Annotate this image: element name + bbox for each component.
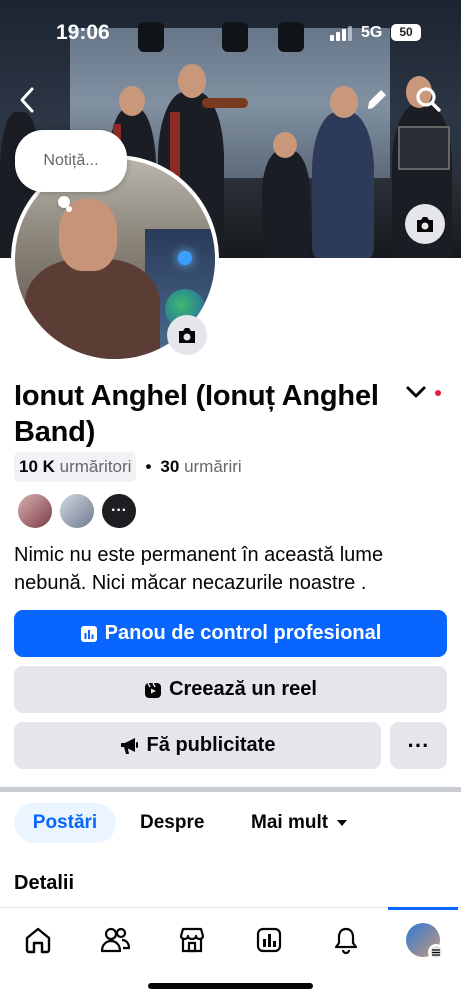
note-tail: [66, 206, 72, 212]
friend-avatars: ···: [16, 492, 142, 530]
notification-dot: [435, 390, 441, 396]
details-heading: Detalii: [14, 872, 75, 894]
network-type: 5G: [361, 24, 383, 41]
caret-down-icon: [337, 820, 348, 826]
more-options-button[interactable]: ···: [390, 722, 447, 769]
band-member: [312, 112, 374, 258]
nav-friends[interactable]: [95, 922, 135, 958]
followers-link[interactable]: 10 K urmăritori: [14, 452, 137, 482]
cover-camera-button[interactable]: [405, 204, 445, 244]
camera-icon: [179, 327, 195, 343]
nav-profile[interactable]: [403, 922, 444, 960]
friends-icon: [100, 927, 131, 953]
stats-separator: •: [145, 457, 152, 476]
band-member-head: [178, 64, 206, 98]
search-icon: [416, 87, 441, 112]
signal-icon: [330, 26, 352, 41]
chevron-left-icon: [20, 87, 34, 113]
band-member-head: [330, 86, 358, 118]
followers-count: 10 K: [19, 457, 55, 476]
dashboard-icon: [80, 625, 98, 643]
camera-icon: [417, 216, 433, 232]
accordion: [398, 126, 450, 170]
note-placeholder: Notiță...: [43, 152, 99, 169]
marketplace-icon: [179, 927, 205, 953]
chevron-down-icon: [406, 386, 426, 398]
band-member: [262, 150, 310, 258]
following-label: urmăriri: [184, 457, 242, 476]
active-tab-indicator: [388, 907, 458, 910]
professional-dashboard-label: Panou de control profesional: [104, 622, 382, 644]
create-reel-button[interactable]: Creează un reel: [14, 666, 447, 713]
menu-icon: [428, 944, 444, 960]
more-options-icon: ···: [407, 732, 430, 758]
avatar-body: [25, 259, 160, 359]
more-friends-icon: ···: [111, 502, 127, 519]
section-divider: [0, 787, 461, 792]
avatar-light: [178, 251, 192, 265]
dashboard-icon: [256, 927, 282, 953]
advertise-button[interactable]: Fă publicitate: [14, 722, 381, 769]
more-friends-button[interactable]: ···: [100, 492, 138, 530]
bell-icon: [334, 927, 358, 955]
home-icon: [25, 927, 51, 954]
tab-posts-label: Postări: [32, 812, 98, 833]
tab-about[interactable]: Despre: [140, 803, 204, 843]
battery-icon: 50: [391, 24, 421, 41]
nav-marketplace[interactable]: [172, 922, 212, 958]
profile-stats: 10 K urmăritori • 30 urmăriri: [14, 452, 242, 482]
create-reel-label: Creează un reel: [169, 678, 317, 700]
note-bubble[interactable]: Notiță...: [15, 130, 127, 192]
violin: [202, 98, 248, 108]
home-indicator: [148, 983, 313, 989]
back-button[interactable]: [16, 86, 40, 119]
tab-posts[interactable]: Postări: [14, 803, 116, 843]
status-bar: 19:06 5G 50: [0, 0, 461, 52]
nav-notifications[interactable]: [326, 922, 366, 958]
edit-button[interactable]: [364, 86, 390, 117]
following-link[interactable]: 30 urmăriri: [160, 457, 241, 477]
tab-about-label: Despre: [140, 812, 205, 833]
profile-camera-button[interactable]: [167, 315, 207, 355]
status-time: 19:06: [56, 21, 110, 44]
band-member-head: [119, 86, 145, 116]
followers-label: urmăritori: [59, 457, 132, 476]
profile-name: Ionut Anghel (Ionuț Anghel Band): [14, 380, 379, 448]
friend-avatar[interactable]: [16, 492, 54, 530]
nav-home[interactable]: [18, 922, 58, 958]
following-count: 30: [160, 457, 180, 476]
advertise-label: Fă publicitate: [146, 734, 276, 756]
tab-more-label: Mai mult: [251, 812, 329, 833]
friend-avatar[interactable]: [58, 492, 96, 530]
band-member-head: [273, 132, 297, 158]
megaphone-icon: [120, 737, 140, 755]
profile-avatar-icon: [406, 923, 444, 960]
profile-switch-button[interactable]: [405, 384, 427, 405]
nav-dashboard[interactable]: [249, 922, 289, 958]
reel-icon: [144, 681, 162, 699]
tab-more[interactable]: Mai mult: [251, 803, 349, 843]
profile-bio: Nimic nu este permanent în această lume …: [14, 544, 384, 594]
search-button[interactable]: [414, 85, 442, 118]
pencil-icon: [367, 90, 386, 109]
professional-dashboard-button[interactable]: Panou de control profesional: [14, 610, 447, 657]
